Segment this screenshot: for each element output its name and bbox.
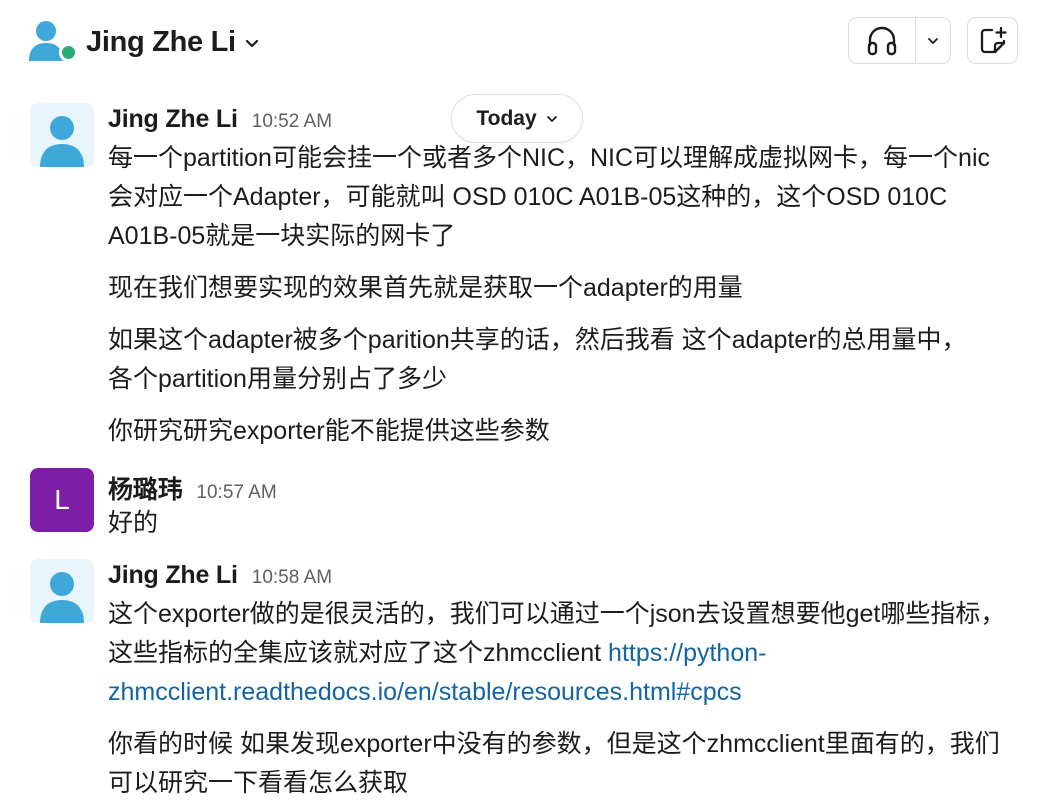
- message-text: 现在我们想要实现的效果首先就是获取一个adapter的用量: [108, 274, 743, 302]
- message-text: 每一个partition可能会挂一个或者多个NIC，NIC可以理解成虚拟网卡，每…: [108, 144, 991, 250]
- user-silhouette-icon: [30, 103, 94, 167]
- message-text: 好的: [108, 509, 159, 537]
- avatar[interactable]: [30, 559, 94, 623]
- conversation-title: Jing Zhe Li: [86, 25, 236, 58]
- channel-header: Jing Zhe Li: [0, 0, 1040, 82]
- timestamp[interactable]: 10:52 AM: [252, 111, 332, 133]
- avatar[interactable]: L: [30, 468, 94, 532]
- canvas-icon: [980, 26, 1007, 53]
- message-text: 你研究研究exporter能不能提供这些参数: [108, 417, 550, 445]
- message-text: 这个exporter做的是很灵活的，我们可以通过一个json去设置想要他get哪…: [108, 595, 1008, 712]
- sender-name[interactable]: 杨璐玮: [108, 470, 183, 506]
- canvas-button[interactable]: [967, 17, 1018, 64]
- day-divider-button[interactable]: Today: [451, 94, 583, 143]
- headphones-icon: [867, 26, 897, 55]
- message-list: Jing Zhe Li 10:52 AM 每一个partition可能会挂一个或…: [0, 82, 1040, 811]
- presence-indicator: [59, 43, 78, 62]
- timestamp[interactable]: 10:58 AM: [252, 567, 332, 589]
- chevron-down-icon: [546, 115, 558, 123]
- huddle-button[interactable]: [849, 18, 915, 63]
- user-silhouette-icon: [30, 559, 94, 623]
- day-divider-label: Today: [476, 106, 537, 130]
- avatar-initial: L: [54, 484, 70, 515]
- sender-name[interactable]: Jing Zhe Li: [108, 105, 238, 134]
- chevron-down-icon: [244, 38, 260, 50]
- chevron-down-icon: [928, 37, 938, 44]
- header-avatar: [28, 18, 78, 66]
- timestamp[interactable]: 10:57 AM: [196, 482, 276, 504]
- message-text-segment: 这个exporter做的是很灵活的，我们可以通过一个json去设置想要他get哪…: [108, 600, 1006, 667]
- conversation-title-button[interactable]: Jing Zhe Li: [28, 18, 260, 66]
- message-text: 如果这个adapter被多个parition共享的话，然后我看 这个adapte…: [108, 326, 967, 393]
- sender-name[interactable]: Jing Zhe Li: [108, 561, 238, 590]
- message-text: 你看的时候 如果发现exporter中没有的参数，但是这个zhmcclient里…: [108, 730, 1000, 797]
- huddle-options-button[interactable]: [916, 18, 950, 63]
- huddle-button-group: [848, 17, 951, 64]
- avatar[interactable]: [30, 103, 94, 167]
